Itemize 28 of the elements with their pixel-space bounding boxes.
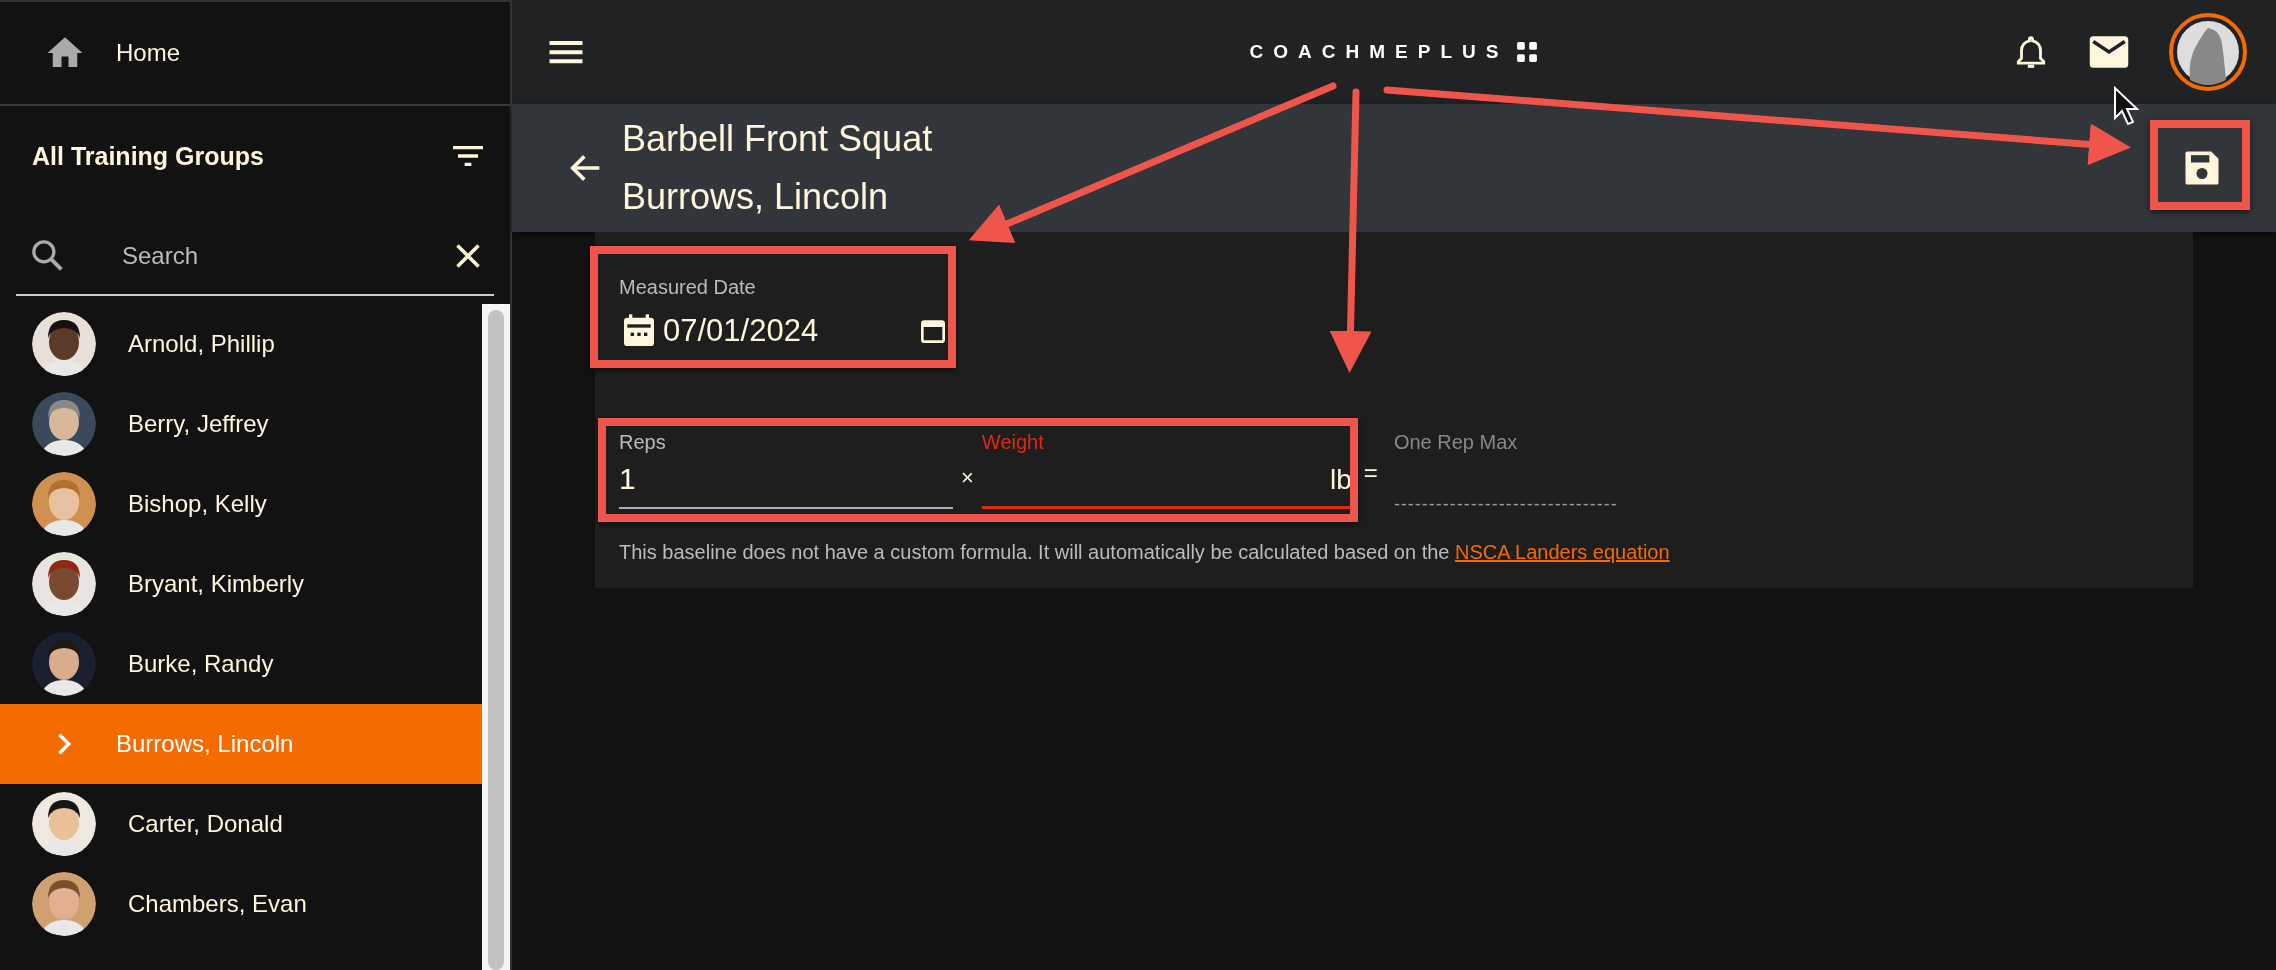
logo-text: COACHMEPLUS [1249,41,1509,63]
formula-link[interactable]: NSCA Landers equation [1455,541,1670,563]
group-title: All Training Groups [32,141,264,171]
date-field[interactable]: Measured Date 07/01/2024 [619,276,949,351]
reps-field[interactable]: Reps 1 [619,431,953,509]
formula-note: This baseline does not have a custom formula. It will automatically be calculated based on the NSCA Landers equation [619,541,1671,564]
logo-icon [1516,41,1539,63]
search-field[interactable]: Search [120,241,450,271]
athlete-item[interactable]: Bryant, Kimberly [0,544,482,624]
athlete-item[interactable]: Arnold, Phillip [0,304,482,384]
field-label: One Rep Max [1393,431,1519,454]
scrollbar[interactable] [482,304,510,970]
user-avatar[interactable] [2168,12,2248,92]
athlete-item[interactable]: Carter, Donald [0,784,482,864]
mail-icon[interactable] [2088,34,2130,70]
exercise-title: Barbell Front Squat [622,117,933,161]
one-rep-max-value: -------------------------------- [1393,494,1618,515]
equals-sign: = [1362,458,1379,487]
athlete-item[interactable]: Bishop, Kelly [0,464,482,544]
athlete-title: Burrows, Lincoln [622,175,889,219]
athlete-item[interactable]: Chambers, Evan [0,864,482,944]
field-label: Measured Date [619,276,757,299]
weight-field[interactable]: Weight lb [981,431,1352,509]
mouse-pointer-icon [2114,85,2140,126]
multiply-sign: × [960,464,975,491]
athlete-item[interactable]: Berry, Jeffrey [0,384,482,464]
athlete-item[interactable]: Burke, Randy [0,624,482,704]
home-link[interactable]: Home [116,39,181,67]
